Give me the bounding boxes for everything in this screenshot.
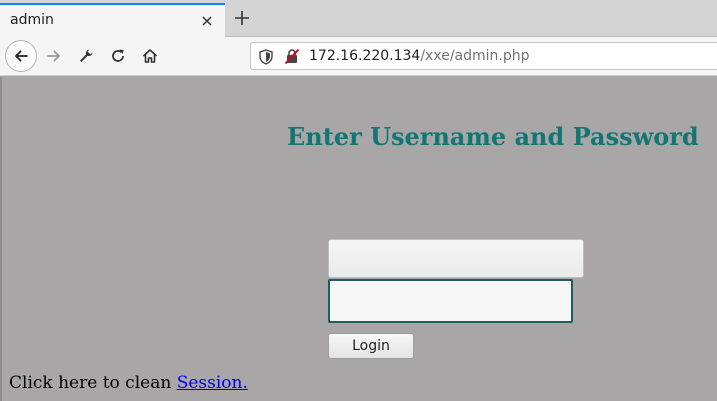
arrow-right-icon [47, 50, 60, 62]
tab-strip: admin [0, 0, 717, 37]
tab-title: admin [10, 12, 54, 28]
password-input[interactable] [328, 279, 573, 323]
url-text: 172.16.220.134/xxe/admin.php [309, 48, 530, 64]
reload-icon [112, 49, 124, 62]
insecure-lock-icon[interactable] [284, 48, 300, 69]
page-content: Enter Username and Password Login Click … [0, 77, 717, 401]
shield-icon[interactable] [259, 49, 273, 69]
url-host: 172.16.220.134 [309, 48, 421, 64]
tools-button[interactable] [72, 42, 100, 70]
username-input[interactable] [328, 239, 584, 278]
home-button[interactable] [136, 42, 164, 70]
plus-icon[interactable] [232, 8, 252, 28]
url-bar[interactable]: 172.16.220.134/xxe/admin.php [250, 42, 717, 70]
back-button[interactable] [5, 40, 37, 72]
arrow-left-icon [15, 50, 28, 62]
page-title: Enter Username and Password [287, 122, 699, 151]
clean-session-text: Click here to clean [9, 373, 177, 393]
wrench-icon [80, 49, 93, 62]
tab-admin[interactable]: admin [0, 3, 225, 37]
session-link[interactable]: Session. [177, 373, 248, 393]
forward-button[interactable] [40, 42, 68, 70]
clean-session-line: Click here to clean Session. [9, 373, 248, 393]
home-icon [142, 49, 158, 63]
window-left-border [0, 77, 2, 401]
login-button[interactable]: Login [328, 333, 414, 359]
reload-button[interactable] [104, 42, 132, 70]
navigation-bar: 172.16.220.134/xxe/admin.php [0, 37, 717, 76]
url-path: /xxe/admin.php [420, 48, 530, 64]
close-icon[interactable] [199, 13, 215, 29]
